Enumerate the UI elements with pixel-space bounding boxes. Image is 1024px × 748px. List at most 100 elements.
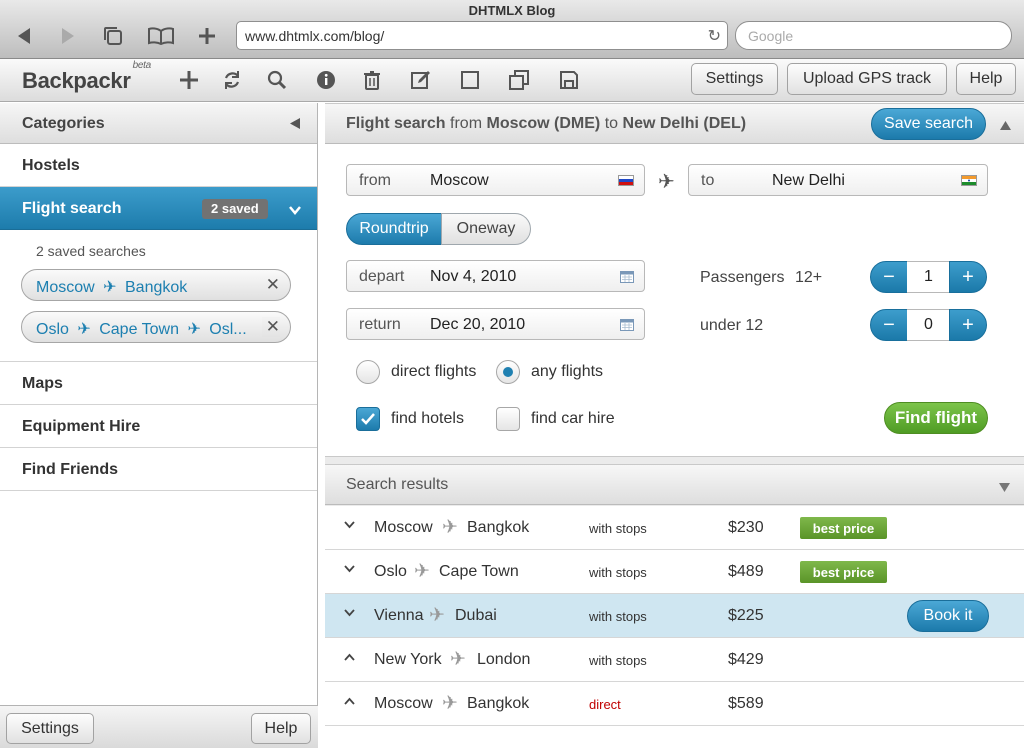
- upload-gps-button[interactable]: Upload GPS track: [787, 63, 947, 95]
- forward-icon[interactable]: [53, 22, 83, 50]
- main-content: Flight search from Moscow (DME) to New D…: [325, 103, 1024, 748]
- sidebar-item-flight-search[interactable]: Flight search 2 saved: [0, 187, 317, 230]
- find-hotels-label: find hotels: [391, 410, 464, 427]
- result-row-selected[interactable]: Vienna ✈ Dubai with stops $225 Book it: [325, 594, 1024, 638]
- help-button[interactable]: Help: [956, 63, 1016, 95]
- to-field[interactable]: to New Delhi: [688, 164, 988, 196]
- saved-search-pill[interactable]: Moscow ✈ Bangkok ✕: [21, 269, 291, 301]
- oneway-toggle[interactable]: Oneway: [441, 213, 531, 245]
- saved-searches-panel: 2 saved searches Moscow ✈ Bangkok ✕ Oslo…: [0, 230, 317, 362]
- sidebar-item-hostels[interactable]: Hostels: [0, 144, 317, 187]
- adults-plus-button[interactable]: +: [949, 261, 987, 293]
- adults-count[interactable]: 1: [907, 261, 950, 293]
- plane-icon: ✈: [429, 605, 445, 626]
- back-icon[interactable]: [9, 22, 39, 50]
- children-minus-button[interactable]: −: [870, 309, 908, 341]
- pill-to: Bangkok: [125, 279, 188, 296]
- children-count[interactable]: 0: [907, 309, 950, 341]
- reload-icon[interactable]: ↻: [708, 26, 721, 46]
- find-car-hire-label: find car hire: [531, 410, 615, 427]
- result-from: New York: [374, 651, 442, 668]
- best-price-badge: best price: [800, 561, 887, 583]
- close-icon[interactable]: ✕: [266, 275, 280, 295]
- sidebar-settings-button[interactable]: Settings: [6, 713, 94, 744]
- edit-icon[interactable]: [408, 67, 434, 93]
- save-icon[interactable]: [556, 67, 582, 93]
- result-to: Cape Town: [439, 563, 519, 580]
- return-value: Dec 20, 2010: [430, 316, 526, 333]
- browser-chrome: DHTMLX Blog www.dhtmlx.com/blog/ ↻ Googl…: [0, 0, 1024, 59]
- children-plus-button[interactable]: +: [949, 309, 987, 341]
- beta-tag: beta: [132, 59, 152, 71]
- refresh-icon[interactable]: [219, 67, 245, 93]
- depart-date-field[interactable]: depart Nov 4, 2010: [346, 260, 645, 292]
- return-date-field[interactable]: return Dec 20, 2010: [346, 308, 645, 340]
- find-hotels-checkbox[interactable]: [356, 407, 380, 431]
- any-flights-label: any flights: [531, 363, 604, 380]
- chevron-down-icon[interactable]: [289, 202, 301, 220]
- find-car-hire-checkbox[interactable]: [496, 407, 520, 431]
- roundtrip-toggle[interactable]: Roundtrip: [346, 213, 442, 245]
- settings-button[interactable]: Settings: [691, 63, 778, 95]
- result-stops: with stops: [589, 521, 647, 536]
- result-row[interactable]: Moscow ✈ Bangkok with stops $230 best pr…: [325, 506, 1024, 550]
- trash-icon[interactable]: [359, 67, 385, 93]
- adults-minus-button[interactable]: −: [870, 261, 908, 293]
- app-toolbar: Backpackrbeta Settings Upload GPS track …: [0, 59, 1024, 102]
- copy-icon[interactable]: [506, 67, 532, 93]
- bookmarks-icon[interactable]: [146, 22, 176, 50]
- flight-search-form: from Moscow ✈ to New Delhi Roundtrip One…: [325, 144, 1024, 457]
- direct-flights-label: direct flights: [391, 363, 477, 380]
- sidebar-item-equipment-hire[interactable]: Equipment Hire: [0, 405, 317, 448]
- frame-icon[interactable]: [457, 67, 483, 93]
- results-header: Search results: [325, 464, 1024, 505]
- collapse-sidebar-icon[interactable]: [289, 117, 301, 135]
- find-flight-button[interactable]: Find flight: [884, 402, 988, 434]
- chevron-down-icon[interactable]: [344, 562, 355, 576]
- india-flag-icon: [961, 175, 977, 186]
- result-price: $589: [728, 695, 764, 712]
- result-price: $429: [728, 651, 764, 668]
- result-price: $489: [728, 563, 764, 580]
- calendar-icon[interactable]: [620, 270, 634, 283]
- collapse-up-icon[interactable]: [999, 118, 1012, 136]
- chevron-down-icon[interactable]: [344, 606, 355, 620]
- chevron-down-icon[interactable]: [344, 518, 355, 532]
- collapse-down-icon[interactable]: [998, 480, 1011, 498]
- saved-search-pill[interactable]: Oslo ✈ Cape Town ✈ Osl... ✕: [21, 311, 291, 343]
- new-tab-icon[interactable]: [192, 22, 222, 50]
- sidebar-footer: Settings Help: [0, 705, 318, 748]
- close-icon[interactable]: ✕: [261, 317, 280, 337]
- result-row[interactable]: Oslo ✈ Cape Town with stops $489 best pr…: [325, 550, 1024, 594]
- add-icon[interactable]: [176, 67, 202, 93]
- sidebar-help-button[interactable]: Help: [251, 713, 311, 744]
- to-value: New Delhi: [772, 172, 845, 189]
- result-row[interactable]: New York ✈ London with stops $429: [325, 638, 1024, 682]
- any-flights-radio[interactable]: [496, 360, 520, 384]
- browser-search-input[interactable]: Google: [735, 21, 1012, 50]
- destination-airport: New Delhi (DEL): [622, 115, 747, 132]
- plane-icon: ✈: [103, 279, 117, 296]
- sidebar-item-find-friends[interactable]: Find Friends: [0, 448, 317, 491]
- book-it-button[interactable]: Book it: [907, 600, 989, 632]
- sidebar-item-maps[interactable]: Maps: [0, 362, 317, 405]
- calendar-icon[interactable]: [620, 318, 634, 331]
- result-to: Dubai: [455, 607, 497, 624]
- result-from: Moscow: [374, 519, 433, 536]
- save-search-button[interactable]: Save search: [871, 108, 986, 140]
- sidebar-header-label: Categories: [22, 115, 105, 132]
- address-bar[interactable]: www.dhtmlx.com/blog/ ↻: [236, 21, 728, 50]
- tabs-icon[interactable]: [98, 22, 128, 50]
- result-row[interactable]: Moscow ✈ Bangkok direct $589: [325, 682, 1024, 726]
- chevron-up-icon[interactable]: [344, 650, 355, 664]
- from-field[interactable]: from Moscow: [346, 164, 645, 196]
- app-name: Backpackr: [22, 68, 131, 93]
- info-icon[interactable]: [313, 67, 339, 93]
- chevron-up-icon[interactable]: [344, 694, 355, 708]
- radio-selected-dot: [503, 367, 513, 377]
- to-label: to: [701, 172, 715, 189]
- direct-flights-radio[interactable]: [356, 360, 380, 384]
- passengers-label: Passengers: [700, 269, 785, 286]
- search-icon[interactable]: [264, 67, 290, 93]
- result-stops: with stops: [589, 653, 647, 668]
